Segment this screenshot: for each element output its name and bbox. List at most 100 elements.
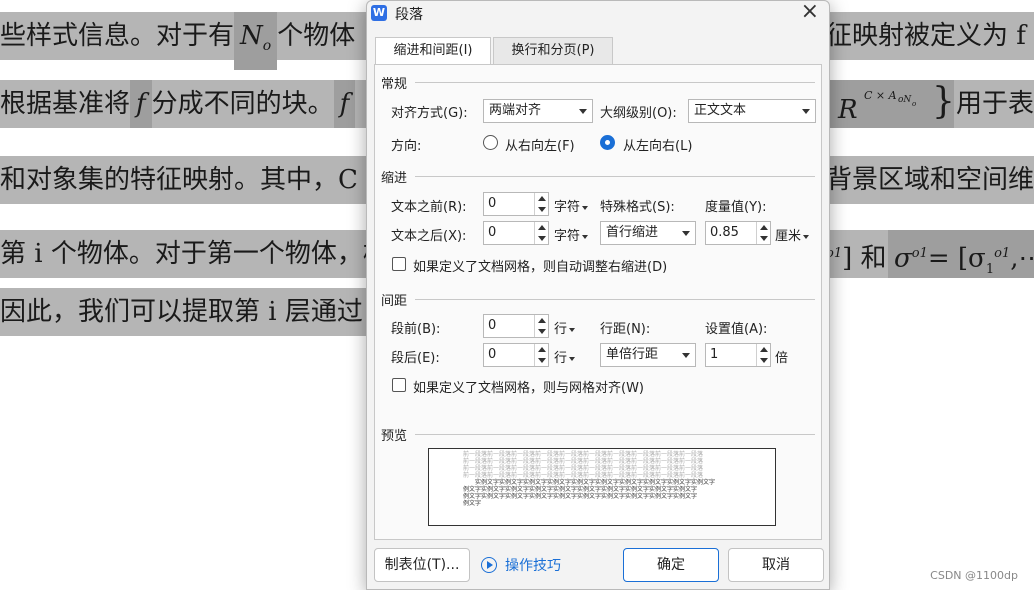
- preview-prev-line: 前一段落前一段落前一段落前一段落前一段落前一段落前一段落前一段落前一段落前一段落: [463, 451, 704, 458]
- math-inline: σo1= [σ1o1,⋯: [888, 230, 1034, 278]
- divider: [415, 176, 815, 177]
- chevron-down-icon: [579, 109, 587, 114]
- tips-link[interactable]: 操作技巧: [481, 555, 561, 575]
- measure-stepper[interactable]: 0.85: [705, 221, 771, 245]
- setting-value-stepper[interactable]: 1: [705, 343, 771, 367]
- tab-line-page-breaks[interactable]: 换行和分页(P): [493, 37, 613, 65]
- cancel-button[interactable]: 取消: [728, 548, 824, 582]
- arrow-down-icon[interactable]: [760, 236, 768, 241]
- indent-after-label: 文本之后(X):: [391, 229, 467, 244]
- doc-text: 征映射被定义为 f: [826, 21, 1026, 51]
- alignment-value: 两端对齐: [489, 103, 542, 118]
- direction-label: 方向:: [391, 139, 422, 154]
- indent-before-unit[interactable]: 字符: [554, 196, 589, 215]
- arrow-down-icon[interactable]: [538, 236, 546, 241]
- tab-stops-button[interactable]: 制表位(T)...: [374, 548, 470, 582]
- arrow-down-icon[interactable]: [760, 358, 768, 363]
- chevron-down-icon: [582, 234, 589, 239]
- indent-before-stepper[interactable]: 0: [483, 192, 549, 216]
- outline-level-label: 大纲级别(O):: [600, 106, 677, 121]
- chevron-down-icon: [582, 205, 589, 210]
- measure-label: 度量值(Y):: [705, 200, 767, 215]
- section-indent-heading: 缩进: [381, 171, 408, 186]
- special-format-value: 首行缩进: [606, 225, 659, 240]
- indent-after-unit[interactable]: 字符: [554, 225, 589, 244]
- section-spacing-heading: 间距: [381, 294, 408, 309]
- chevron-down-icon: [682, 353, 690, 358]
- snap-to-grid-label[interactable]: 如果定义了文档网格，则与网格对齐(W): [413, 377, 644, 396]
- close-icon[interactable]: ×: [801, 0, 819, 24]
- doc-text: 因此，我们可以提取第 i 层通过: [0, 297, 363, 327]
- arrow-down-icon[interactable]: [538, 358, 546, 363]
- outline-level-select[interactable]: 正文文本: [688, 99, 816, 123]
- indent-after-stepper[interactable]: 0: [483, 221, 549, 245]
- space-after-label: 段后(E):: [391, 351, 440, 366]
- doc-text: 背景区域和空间维: [826, 165, 1034, 195]
- space-after-unit[interactable]: 行: [554, 347, 576, 366]
- space-before-label: 段前(B):: [391, 322, 441, 337]
- space-before-unit[interactable]: 行: [554, 318, 576, 337]
- stepper-arrows[interactable]: [534, 193, 548, 215]
- arrow-up-icon[interactable]: [538, 225, 546, 230]
- section-preview-heading: 预览: [381, 429, 408, 444]
- preview-prev-line: 前一段落前一段落前一段落前一段落前一段落前一段落前一段落前一段落前一段落前一段落: [463, 458, 704, 465]
- math-inline: f: [130, 80, 152, 128]
- arrow-down-icon[interactable]: [538, 329, 546, 334]
- arrow-up-icon[interactable]: [760, 347, 768, 352]
- paragraph-preview: 前一段落前一段落前一段落前一段落前一段落前一段落前一段落前一段落前一段落前一段落…: [428, 448, 776, 526]
- special-format-label: 特殊格式(S):: [600, 200, 675, 215]
- alignment-label: 对齐方式(G):: [391, 106, 468, 121]
- arrow-up-icon[interactable]: [538, 196, 546, 201]
- space-after-stepper[interactable]: 0: [483, 343, 549, 367]
- measure-unit[interactable]: 厘米: [775, 225, 810, 244]
- math-inline: o1] 和: [826, 243, 887, 274]
- auto-adjust-indent-label[interactable]: 如果定义了文档网格，则自动调整右缩进(D): [413, 256, 667, 275]
- chevron-down-icon: [569, 356, 576, 361]
- dialog-title-bar[interactable]: W 段落 ×: [367, 0, 829, 27]
- doc-text: 根据基准将: [0, 89, 131, 119]
- doc-text: 用于表: [956, 89, 1034, 119]
- stepper-arrows[interactable]: [534, 344, 548, 366]
- rtl-radio-label[interactable]: 从右向左(F): [505, 135, 575, 154]
- tab-indent-spacing[interactable]: 缩进和间距(I): [375, 37, 491, 66]
- alignment-select[interactable]: 两端对齐: [483, 99, 593, 123]
- divider: [415, 299, 815, 300]
- arrow-up-icon[interactable]: [760, 225, 768, 230]
- indent-before-label: 文本之前(R):: [391, 200, 467, 215]
- arrow-down-icon[interactable]: [538, 207, 546, 212]
- doc-text: 些样式信息。对于有: [0, 21, 235, 51]
- doc-text: 个物体: [277, 21, 356, 51]
- wps-writer-icon: W: [371, 5, 387, 21]
- snap-to-grid-checkbox[interactable]: [392, 378, 406, 392]
- doc-text: 第 i 个物体。对于第一个物体，枯: [0, 239, 389, 269]
- math-inline: f: [333, 80, 356, 128]
- space-before-value: 0: [488, 318, 497, 333]
- doc-line-5: 因此，我们可以提取第 i 层通过: [0, 288, 366, 336]
- space-before-stepper[interactable]: 0: [483, 314, 549, 338]
- stepper-arrows[interactable]: [534, 222, 548, 244]
- ltr-radio-label[interactable]: 从左向右(L): [623, 135, 692, 154]
- preview-prev-line: 前一段落前一段落前一段落前一段落前一段落前一段落前一段落前一段落前一段落前一段落: [463, 472, 704, 479]
- chevron-down-icon: [803, 234, 810, 239]
- chevron-down-icon: [802, 109, 810, 114]
- rtl-radio[interactable]: [483, 135, 498, 150]
- ltr-radio[interactable]: [600, 135, 615, 150]
- stepper-arrows[interactable]: [756, 222, 770, 244]
- divider: [415, 82, 815, 83]
- doc-text: 和对象集的特征映射。其中，C: [0, 165, 358, 195]
- measure-value: 0.85: [710, 225, 739, 240]
- line-spacing-select[interactable]: 单倍行距: [600, 343, 696, 367]
- arrow-up-icon[interactable]: [538, 347, 546, 352]
- dialog-title: 段落: [395, 7, 423, 23]
- arrow-up-icon[interactable]: [538, 318, 546, 323]
- stepper-arrows[interactable]: [756, 344, 770, 366]
- math-inline: No: [234, 12, 278, 71]
- auto-adjust-indent-checkbox[interactable]: [392, 257, 406, 271]
- tips-label: 操作技巧: [505, 558, 561, 574]
- special-format-select[interactable]: 首行缩进: [600, 221, 696, 245]
- tab-panel: 常规 对齐方式(G): 两端对齐 大纲级别(O): 正文文本 方向: 从右向左(…: [374, 64, 822, 540]
- stepper-arrows[interactable]: [534, 315, 548, 337]
- ok-button[interactable]: 确定: [623, 548, 719, 582]
- play-circle-icon: [481, 557, 497, 573]
- doc-text: 分成不同的块。: [151, 89, 334, 119]
